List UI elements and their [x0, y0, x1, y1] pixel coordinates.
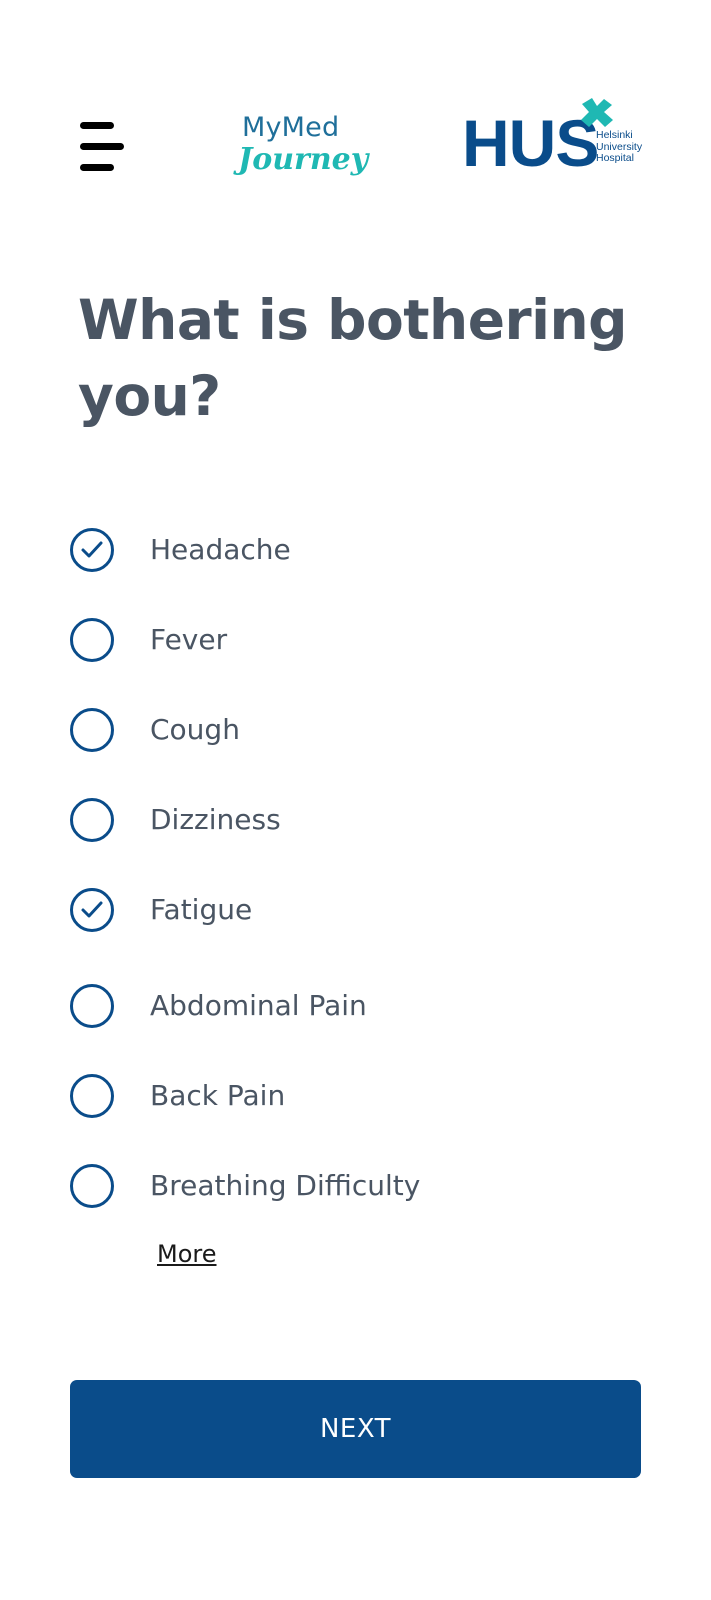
more-link[interactable]: More	[157, 1240, 217, 1268]
app-header: MyMed Journey HUS Helsinki University Ho…	[0, 0, 711, 200]
radio-unchecked-icon[interactable]	[70, 1074, 114, 1118]
mymed-journey-logo: MyMed Journey	[238, 110, 368, 190]
symptom-option-dizziness[interactable]: Dizziness	[70, 798, 630, 858]
symptom-label: Fever	[150, 623, 228, 656]
symptom-option-fatigue[interactable]: Fatigue	[70, 888, 630, 948]
hus-sub-line: Hospital	[596, 152, 634, 164]
page-title: What is bothering you?	[78, 288, 628, 428]
hus-sub-line: Helsinki	[596, 129, 633, 141]
hamburger-line	[80, 143, 124, 150]
symptom-option-abdominal-pain[interactable]: Abdominal Pain	[70, 984, 630, 1044]
symptom-label: Fatigue	[150, 893, 253, 926]
symptom-label: Headache	[150, 533, 291, 566]
symptom-option-fever[interactable]: Fever	[70, 618, 630, 678]
hus-subtitle: Helsinki University Hospital	[596, 129, 642, 165]
hus-cross-icon	[581, 98, 613, 127]
checkmark-icon	[81, 901, 103, 918]
radio-unchecked-icon[interactable]	[70, 708, 114, 752]
radio-unchecked-icon[interactable]	[70, 798, 114, 842]
radio-unchecked-icon[interactable]	[70, 618, 114, 662]
hamburger-line	[80, 122, 114, 129]
symptom-label: Dizziness	[150, 803, 281, 836]
next-button[interactable]: NEXT	[70, 1380, 641, 1478]
symptom-option-headache[interactable]: Headache	[70, 528, 630, 588]
radio-unchecked-icon[interactable]	[70, 1164, 114, 1208]
symptom-label: Back Pain	[150, 1079, 286, 1112]
radio-checked-icon[interactable]	[70, 528, 114, 572]
hamburger-menu-icon[interactable]	[80, 120, 126, 172]
symptom-option-breathing-difficulty[interactable]: Breathing Difficulty	[70, 1164, 630, 1224]
symptom-label: Abdominal Pain	[150, 989, 367, 1022]
mymed-logo-text: MyMed	[242, 112, 340, 143]
symptom-label: Cough	[150, 713, 240, 746]
symptom-option-back-pain[interactable]: Back Pain	[70, 1074, 630, 1134]
checkmark-icon	[81, 541, 103, 558]
hus-logo: HUS Helsinki University Hospital	[462, 96, 652, 176]
symptom-label: Breathing Difficulty	[150, 1169, 421, 1202]
radio-unchecked-icon[interactable]	[70, 984, 114, 1028]
symptom-option-cough[interactable]: Cough	[70, 708, 630, 768]
journey-logo-text: Journey	[238, 142, 369, 177]
hamburger-line	[80, 164, 114, 171]
radio-checked-icon[interactable]	[70, 888, 114, 932]
